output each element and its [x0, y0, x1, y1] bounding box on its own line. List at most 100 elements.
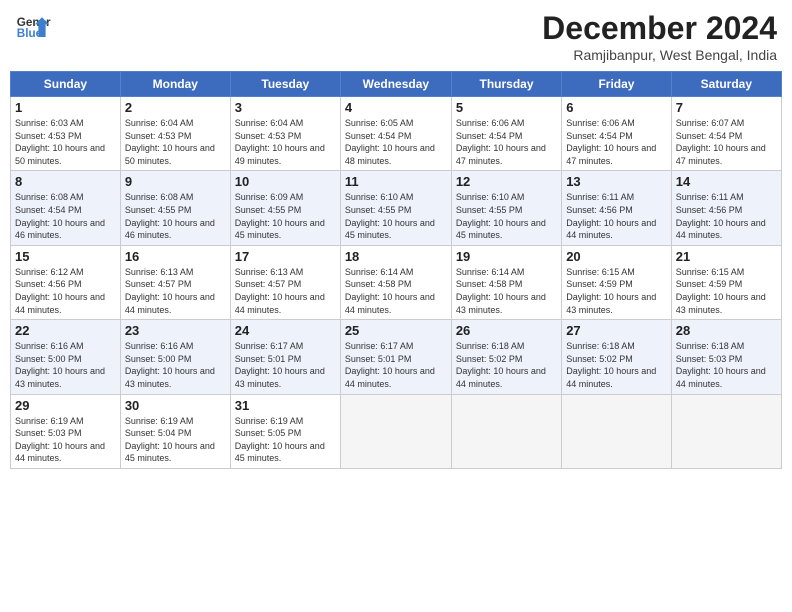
day-number: 14: [676, 174, 777, 189]
calendar-day-cell: 28 Sunrise: 6:18 AM Sunset: 5:03 PM Dayli…: [671, 320, 781, 394]
calendar-day-cell: [340, 394, 451, 468]
day-number: 8: [15, 174, 116, 189]
day-number: 1: [15, 100, 116, 115]
calendar-day-cell: 19 Sunrise: 6:14 AM Sunset: 4:58 PM Dayli…: [451, 245, 561, 319]
calendar-week-row: 29 Sunrise: 6:19 AM Sunset: 5:03 PM Dayli…: [11, 394, 782, 468]
day-info: Sunrise: 6:04 AM Sunset: 4:53 PM Dayligh…: [235, 117, 336, 167]
calendar-day-cell: 8 Sunrise: 6:08 AM Sunset: 4:54 PM Daylig…: [11, 171, 121, 245]
calendar-week-row: 8 Sunrise: 6:08 AM Sunset: 4:54 PM Daylig…: [11, 171, 782, 245]
weekday-header-wednesday: Wednesday: [340, 72, 451, 97]
day-info: Sunrise: 6:15 AM Sunset: 4:59 PM Dayligh…: [676, 266, 777, 316]
calendar-day-cell: 1 Sunrise: 6:03 AM Sunset: 4:53 PM Daylig…: [11, 97, 121, 171]
calendar-day-cell: [671, 394, 781, 468]
calendar-day-cell: [562, 394, 672, 468]
calendar-day-cell: 31 Sunrise: 6:19 AM Sunset: 5:05 PM Dayli…: [230, 394, 340, 468]
day-number: 17: [235, 249, 336, 264]
calendar-day-cell: 13 Sunrise: 6:11 AM Sunset: 4:56 PM Dayli…: [562, 171, 672, 245]
day-number: 27: [566, 323, 667, 338]
calendar-day-cell: [451, 394, 561, 468]
day-number: 18: [345, 249, 447, 264]
calendar-day-cell: 2Sunrise: 6:04 AM Sunset: 4:53 PM Daylig…: [120, 97, 230, 171]
day-info: Sunrise: 6:11 AM Sunset: 4:56 PM Dayligh…: [676, 191, 777, 241]
weekday-header-saturday: Saturday: [671, 72, 781, 97]
location: Ramjibanpur, West Bengal, India: [542, 47, 777, 63]
day-number: 21: [676, 249, 777, 264]
calendar-day-cell: 11 Sunrise: 6:10 AM Sunset: 4:55 PM Dayli…: [340, 171, 451, 245]
calendar-day-cell: 5 Sunrise: 6:06 AM Sunset: 4:54 PM Daylig…: [451, 97, 561, 171]
calendar-day-cell: 9 Sunrise: 6:08 AM Sunset: 4:55 PM Daylig…: [120, 171, 230, 245]
calendar-day-cell: 14 Sunrise: 6:11 AM Sunset: 4:56 PM Dayli…: [671, 171, 781, 245]
weekday-header-friday: Friday: [562, 72, 672, 97]
calendar-day-cell: 23Sunrise: 6:16 AM Sunset: 5:00 PM Dayli…: [120, 320, 230, 394]
calendar-day-cell: 3 Sunrise: 6:04 AM Sunset: 4:53 PM Daylig…: [230, 97, 340, 171]
day-number: 26: [456, 323, 557, 338]
day-number: 29: [15, 398, 116, 413]
calendar-day-cell: 4 Sunrise: 6:05 AM Sunset: 4:54 PM Daylig…: [340, 97, 451, 171]
day-number: 3: [235, 100, 336, 115]
weekday-header-monday: Monday: [120, 72, 230, 97]
calendar-week-row: 1 Sunrise: 6:03 AM Sunset: 4:53 PM Daylig…: [11, 97, 782, 171]
calendar-day-cell: 18 Sunrise: 6:14 AM Sunset: 4:58 PM Dayli…: [340, 245, 451, 319]
day-number: 6: [566, 100, 667, 115]
title-section: December 2024 Ramjibanpur, West Bengal, …: [542, 10, 777, 63]
day-number: 15: [15, 249, 116, 264]
day-info: Sunrise: 6:08 AM Sunset: 4:54 PM Dayligh…: [15, 191, 116, 241]
day-number: 9: [125, 174, 226, 189]
day-info: Sunrise: 6:12 AM Sunset: 4:56 PM Dayligh…: [15, 266, 116, 316]
day-info: Sunrise: 6:11 AM Sunset: 4:56 PM Dayligh…: [566, 191, 667, 241]
weekday-header-tuesday: Tuesday: [230, 72, 340, 97]
day-info: Sunrise: 6:16 AM Sunset: 5:00 PM Dayligh…: [15, 340, 116, 390]
day-number: 13: [566, 174, 667, 189]
day-number: 2: [125, 100, 226, 115]
day-info: Sunrise: 6:07 AM Sunset: 4:54 PM Dayligh…: [676, 117, 777, 167]
page-header: General Blue December 2024 Ramjibanpur, …: [10, 10, 782, 63]
logo: General Blue: [15, 10, 51, 46]
calendar-day-cell: 12 Sunrise: 6:10 AM Sunset: 4:55 PM Dayli…: [451, 171, 561, 245]
day-info: Sunrise: 6:18 AM Sunset: 5:03 PM Dayligh…: [676, 340, 777, 390]
calendar-day-cell: 6 Sunrise: 6:06 AM Sunset: 4:54 PM Daylig…: [562, 97, 672, 171]
day-info: Sunrise: 6:19 AM Sunset: 5:04 PM Dayligh…: [125, 415, 226, 465]
calendar-week-row: 15 Sunrise: 6:12 AM Sunset: 4:56 PM Dayli…: [11, 245, 782, 319]
day-number: 5: [456, 100, 557, 115]
calendar-day-cell: 25Sunrise: 6:17 AM Sunset: 5:01 PM Dayli…: [340, 320, 451, 394]
day-info: Sunrise: 6:19 AM Sunset: 5:03 PM Dayligh…: [15, 415, 116, 465]
day-info: Sunrise: 6:13 AM Sunset: 4:57 PM Dayligh…: [235, 266, 336, 316]
day-info: Sunrise: 6:19 AM Sunset: 5:05 PM Dayligh…: [235, 415, 336, 465]
day-info: Sunrise: 6:09 AM Sunset: 4:55 PM Dayligh…: [235, 191, 336, 241]
day-info: Sunrise: 6:15 AM Sunset: 4:59 PM Dayligh…: [566, 266, 667, 316]
day-number: 28: [676, 323, 777, 338]
calendar-day-cell: 29 Sunrise: 6:19 AM Sunset: 5:03 PM Dayli…: [11, 394, 121, 468]
day-info: Sunrise: 6:14 AM Sunset: 4:58 PM Dayligh…: [345, 266, 447, 316]
calendar-day-cell: 26Sunrise: 6:18 AM Sunset: 5:02 PM Dayli…: [451, 320, 561, 394]
calendar-day-cell: 10 Sunrise: 6:09 AM Sunset: 4:55 PM Dayli…: [230, 171, 340, 245]
day-info: Sunrise: 6:06 AM Sunset: 4:54 PM Dayligh…: [566, 117, 667, 167]
calendar-day-cell: 20 Sunrise: 6:15 AM Sunset: 4:59 PM Dayli…: [562, 245, 672, 319]
day-info: Sunrise: 6:03 AM Sunset: 4:53 PM Dayligh…: [15, 117, 116, 167]
day-info: Sunrise: 6:06 AM Sunset: 4:54 PM Dayligh…: [456, 117, 557, 167]
day-number: 12: [456, 174, 557, 189]
day-info: Sunrise: 6:08 AM Sunset: 4:55 PM Dayligh…: [125, 191, 226, 241]
day-number: 4: [345, 100, 447, 115]
calendar-week-row: 22Sunrise: 6:16 AM Sunset: 5:00 PM Dayli…: [11, 320, 782, 394]
day-number: 19: [456, 249, 557, 264]
day-info: Sunrise: 6:14 AM Sunset: 4:58 PM Dayligh…: [456, 266, 557, 316]
calendar-day-cell: 27 Sunrise: 6:18 AM Sunset: 5:02 PM Dayli…: [562, 320, 672, 394]
day-number: 23: [125, 323, 226, 338]
day-number: 31: [235, 398, 336, 413]
calendar-day-cell: 22Sunrise: 6:16 AM Sunset: 5:00 PM Dayli…: [11, 320, 121, 394]
day-number: 11: [345, 174, 447, 189]
day-number: 16: [125, 249, 226, 264]
calendar-day-cell: 15 Sunrise: 6:12 AM Sunset: 4:56 PM Dayli…: [11, 245, 121, 319]
month-title: December 2024: [542, 10, 777, 47]
logo-icon: General Blue: [15, 10, 51, 46]
day-info: Sunrise: 6:05 AM Sunset: 4:54 PM Dayligh…: [345, 117, 447, 167]
day-number: 10: [235, 174, 336, 189]
day-info: Sunrise: 6:10 AM Sunset: 4:55 PM Dayligh…: [456, 191, 557, 241]
day-info: Sunrise: 6:18 AM Sunset: 5:02 PM Dayligh…: [566, 340, 667, 390]
day-number: 20: [566, 249, 667, 264]
day-number: 25: [345, 323, 447, 338]
weekday-header-sunday: Sunday: [11, 72, 121, 97]
day-info: Sunrise: 6:10 AM Sunset: 4:55 PM Dayligh…: [345, 191, 447, 241]
day-info: Sunrise: 6:17 AM Sunset: 5:01 PM Dayligh…: [235, 340, 336, 390]
calendar-table: SundayMondayTuesdayWednesdayThursdayFrid…: [10, 71, 782, 469]
